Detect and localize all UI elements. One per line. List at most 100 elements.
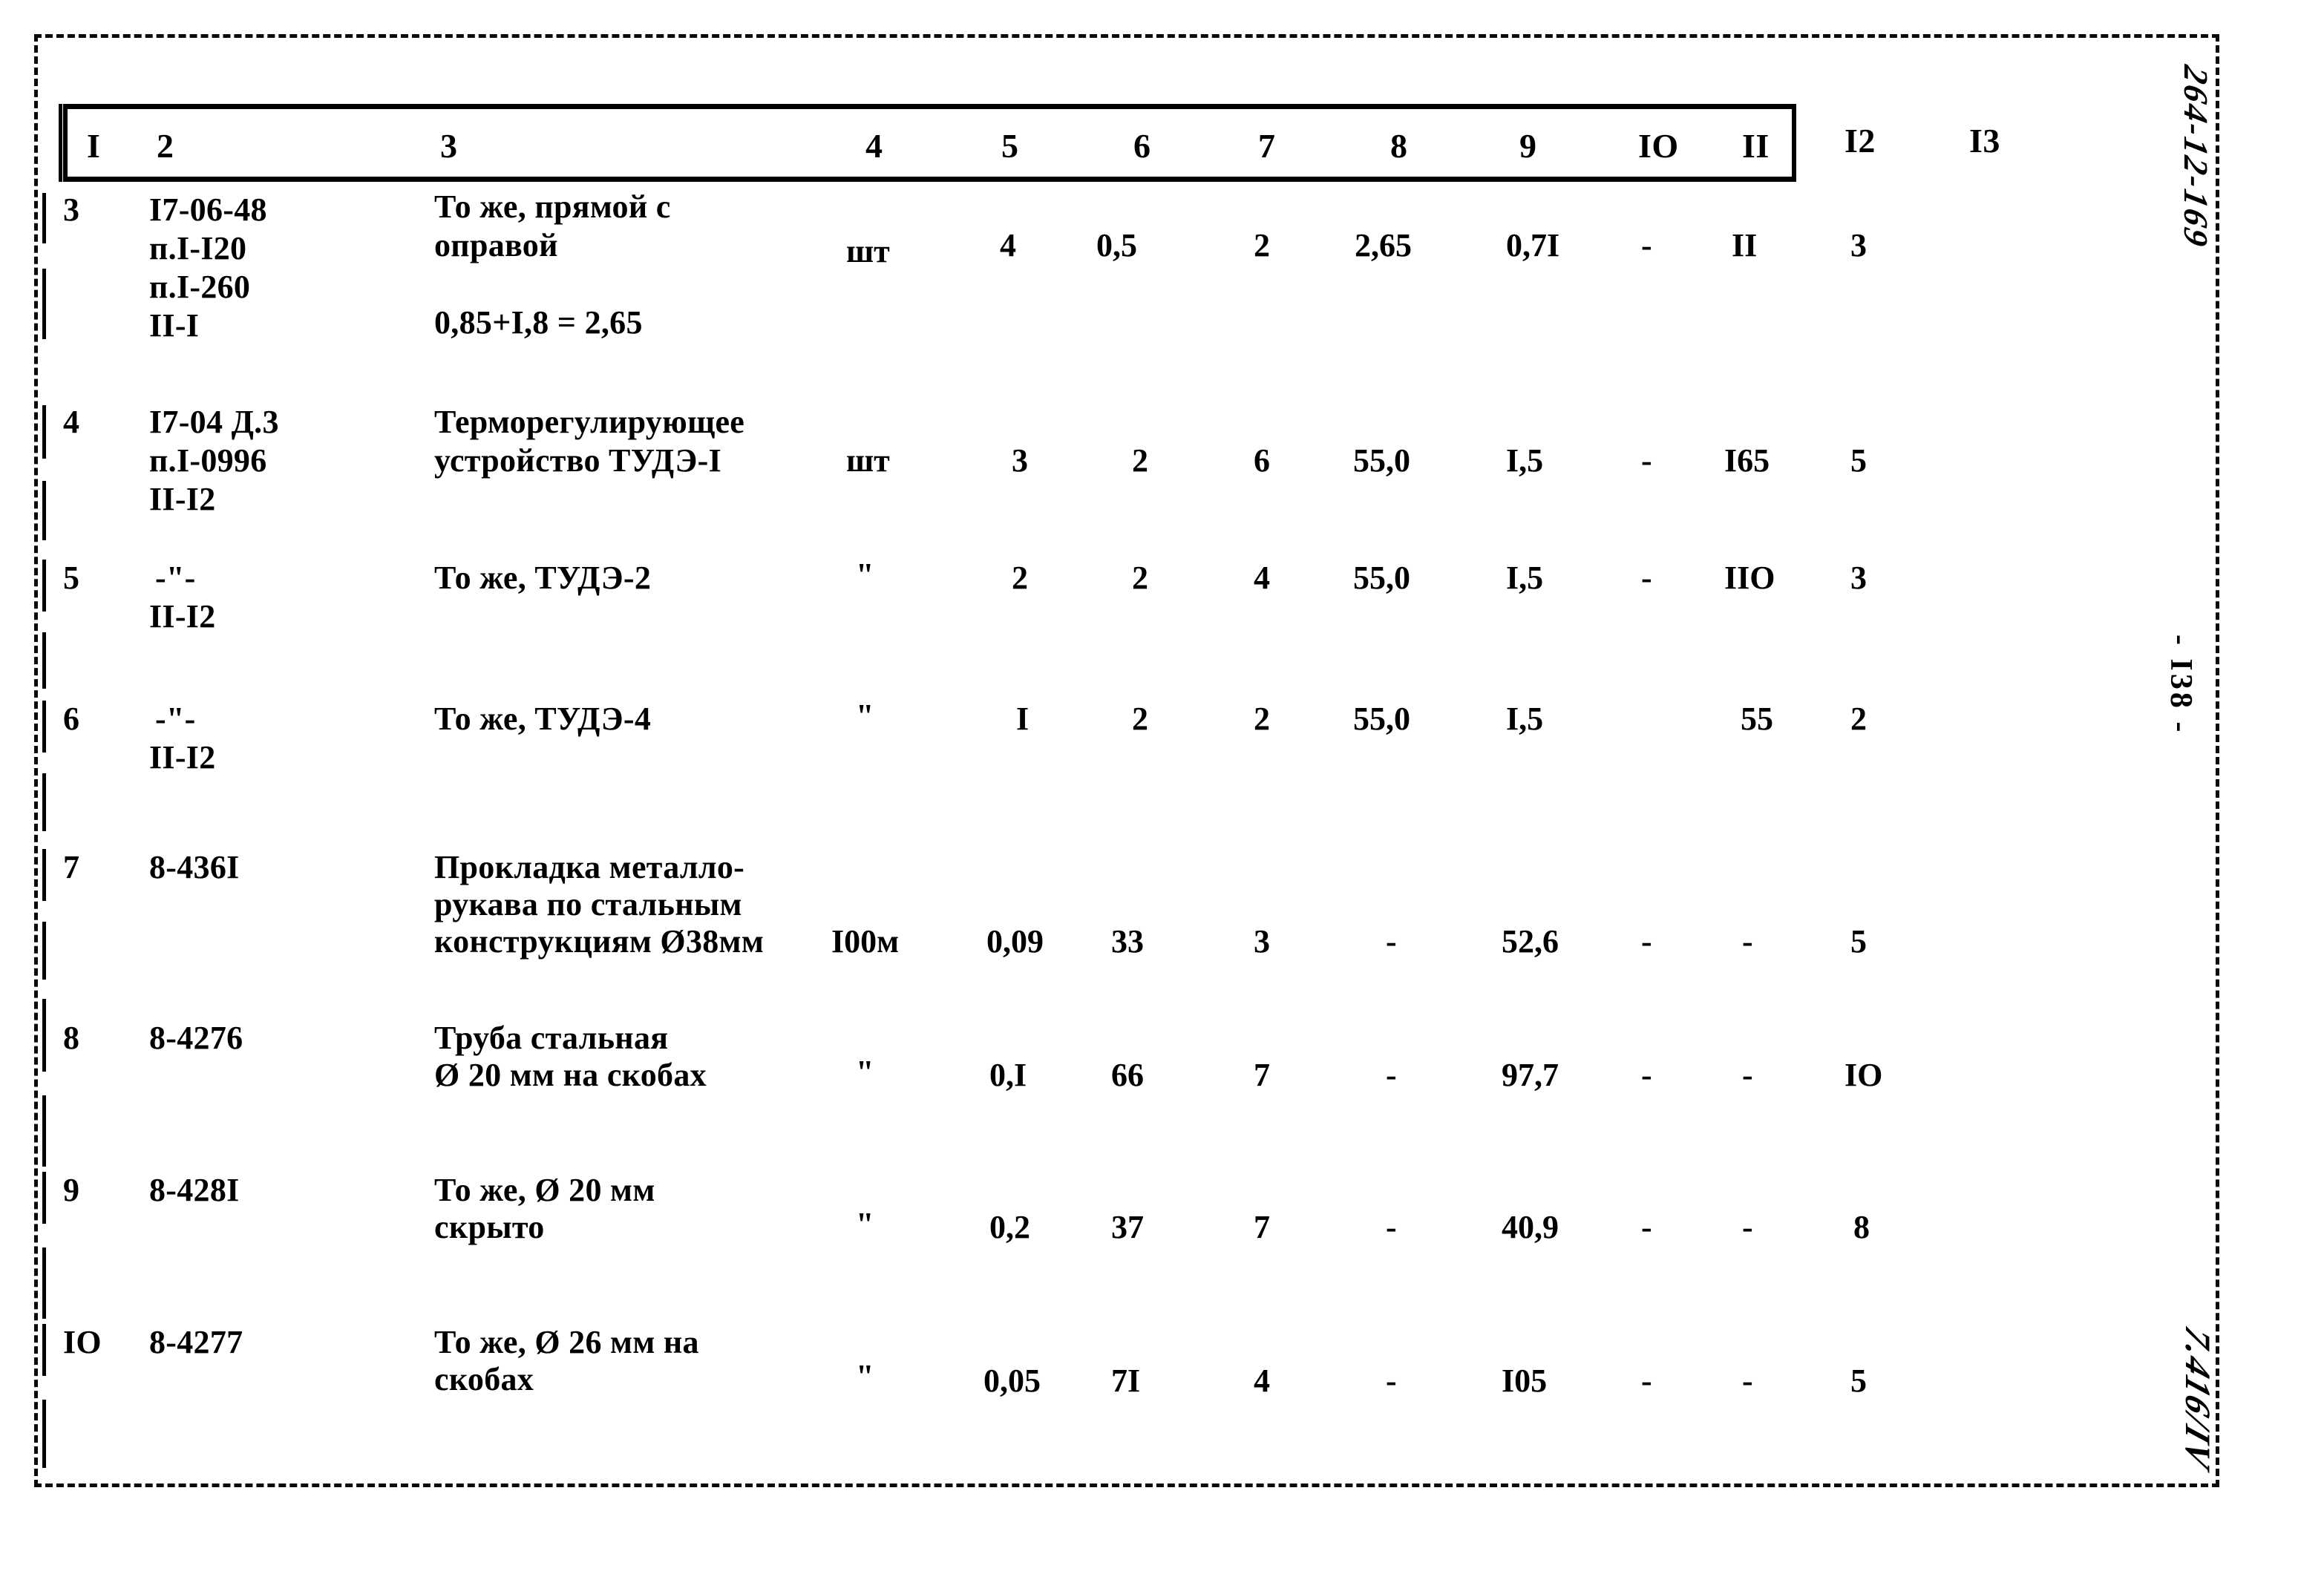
row-number: 7 xyxy=(63,849,80,885)
row-left-tick xyxy=(42,1400,46,1468)
row-left-tick xyxy=(42,1247,46,1319)
row-col5: 2 xyxy=(1012,560,1028,596)
row-col6: 2 xyxy=(1132,701,1148,737)
table-row: 6 -"- II-I2 То же, ТУДЭ-4 " I 2 2 55,0 I… xyxy=(42,698,2119,847)
row-col8: 2,65 xyxy=(1355,227,1412,263)
row-code-line: 8-4276 xyxy=(149,1020,243,1056)
row-description: То же, Ø 26 мм на xyxy=(434,1324,699,1360)
row-col5: 0,05 xyxy=(983,1363,1041,1399)
row-description: скобах xyxy=(434,1361,534,1397)
row-unit: " xyxy=(856,557,874,593)
row-number: 9 xyxy=(63,1172,80,1208)
row-col7: 7 xyxy=(1254,1209,1270,1245)
row-col6: 33 xyxy=(1111,923,1144,960)
row-left-tick xyxy=(42,1172,46,1224)
row-col7: 4 xyxy=(1254,560,1270,596)
column-header-1: I xyxy=(87,127,101,165)
row-col10: - xyxy=(1641,923,1652,960)
row-left-tick xyxy=(42,193,46,243)
row-col8: - xyxy=(1386,1057,1397,1093)
row-code-line: II-I2 xyxy=(149,481,216,517)
row-number: IO xyxy=(63,1324,102,1360)
row-col12: 3 xyxy=(1850,227,1867,263)
row-col8: 55,0 xyxy=(1353,560,1410,596)
row-col5: 0,09 xyxy=(986,923,1044,960)
column-header-9: 9 xyxy=(1519,127,1537,165)
row-description: устройство ТУДЭ-I xyxy=(434,442,722,479)
row-unit: " xyxy=(856,698,874,734)
handwritten-note: 7.416/IV xyxy=(2178,1321,2217,1475)
row-left-tick xyxy=(42,405,46,459)
row-left-tick xyxy=(42,701,46,753)
row-col12: 8 xyxy=(1853,1209,1870,1245)
row-left-tick xyxy=(42,632,46,689)
row-description: скрыто xyxy=(434,1209,545,1245)
row-description: Труба стальная xyxy=(434,1020,669,1056)
row-col6: 2 xyxy=(1132,442,1148,479)
row-col10: - xyxy=(1641,1057,1652,1093)
row-col5: I xyxy=(1016,701,1030,737)
row-col9: I,5 xyxy=(1506,701,1544,737)
row-col7: 2 xyxy=(1254,227,1270,263)
row-left-tick xyxy=(42,481,46,540)
row-left-tick xyxy=(42,922,46,980)
row-col7: 2 xyxy=(1254,701,1270,737)
row-col7: 3 xyxy=(1254,923,1270,960)
table-body: 3 I7-06-48 п.I-I20 п.I-260 II-I То же, п… xyxy=(42,187,2119,1468)
table-row: 4 I7-04 Д.3 п.I-0996 II-I2 Терморегулиру… xyxy=(42,402,2119,558)
column-header-11: II xyxy=(1742,127,1770,165)
row-col8: - xyxy=(1386,923,1397,960)
row-col6: 0,5 xyxy=(1096,227,1137,263)
page-number: - I38 - xyxy=(2164,635,2198,735)
row-col10: - xyxy=(1641,442,1652,479)
row-col6: 37 xyxy=(1111,1209,1144,1245)
row-unit: I00м xyxy=(831,923,900,960)
row-left-tick xyxy=(42,1324,46,1376)
document-code-stamp: 264-12-169 xyxy=(2177,62,2215,252)
column-header-5: 5 xyxy=(1001,127,1019,165)
row-col5: 0,I xyxy=(989,1057,1027,1093)
row-col12: IO xyxy=(1845,1057,1883,1093)
row-left-tick xyxy=(42,849,46,901)
row-code-line: п.I-0996 xyxy=(149,442,267,479)
row-number: 6 xyxy=(63,701,80,737)
row-left-tick xyxy=(42,269,46,339)
row-col7: 7 xyxy=(1254,1057,1270,1093)
column-header-8: 8 xyxy=(1390,127,1408,165)
row-code-line: I7-04 Д.3 xyxy=(149,404,279,440)
row-col11: - xyxy=(1742,923,1753,960)
row-left-tick xyxy=(42,1095,46,1167)
row-code-line: I7-06-48 xyxy=(149,191,267,228)
column-header-10: IO xyxy=(1638,127,1679,165)
row-col12: 5 xyxy=(1850,1363,1867,1399)
table-row: 7 8-436I Прокладка металло- рукава по ст… xyxy=(42,847,2119,1042)
row-left-tick xyxy=(42,1020,46,1072)
row-col8: - xyxy=(1386,1209,1397,1245)
row-col5: 4 xyxy=(1000,227,1016,263)
row-col8: 55,0 xyxy=(1353,701,1410,737)
row-col12: 5 xyxy=(1850,923,1867,960)
row-col8: - xyxy=(1386,1363,1397,1399)
column-header-2: 2 xyxy=(157,127,174,165)
table-row: IO 8-4277 То же, Ø 26 мм на скобах " 0,0… xyxy=(42,1322,2119,1468)
row-code-line: п.I-I20 xyxy=(149,230,247,266)
row-code-line: 8-428I xyxy=(149,1172,240,1208)
row-unit: шт xyxy=(846,442,890,479)
row-col10: - xyxy=(1641,1363,1652,1399)
row-col11: - xyxy=(1742,1057,1753,1093)
row-code-line: п.I-260 xyxy=(149,269,251,305)
row-number: 4 xyxy=(63,404,80,440)
row-left-tick xyxy=(42,773,46,831)
row-description: конструкциям Ø38мм xyxy=(434,923,765,960)
row-col7: 4 xyxy=(1254,1363,1270,1399)
column-header-13: I3 xyxy=(1969,122,2000,160)
row-col12: 5 xyxy=(1850,442,1867,479)
row-col9: I05 xyxy=(1502,1363,1548,1399)
row-col11: II xyxy=(1732,227,1758,263)
row-description: Терморегулирующее xyxy=(434,404,745,440)
row-code-line: 8-4277 xyxy=(149,1324,243,1360)
row-col9: 40,9 xyxy=(1502,1209,1559,1245)
row-col9: 52,6 xyxy=(1502,923,1559,960)
table-header-row: I 2 3 4 5 6 7 8 9 IO II xyxy=(68,109,1792,177)
row-unit: " xyxy=(856,1358,874,1394)
